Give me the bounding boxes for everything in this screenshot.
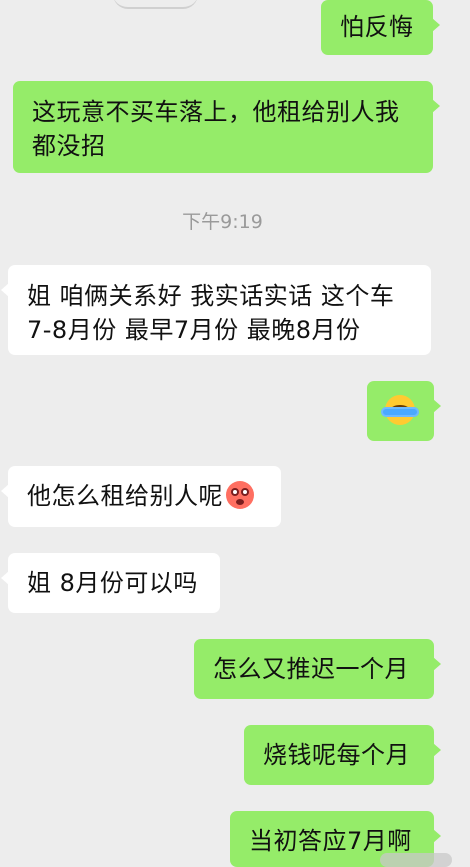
received-message-2[interactable]: 他怎么租给别人呢 bbox=[1, 466, 281, 527]
message-text: 姐 8月份可以吗 bbox=[27, 569, 198, 597]
message-line-2: 都没招 bbox=[32, 132, 106, 160]
crying-laughing-emoji bbox=[381, 395, 419, 425]
message-line-2: 7-8月份 最早7月份 最晚8月份 bbox=[27, 316, 361, 344]
message-text: 怕反悔 bbox=[340, 13, 414, 41]
sent-message-3[interactable] bbox=[367, 381, 441, 441]
sent-message-5[interactable]: 烧钱呢每个月 bbox=[244, 725, 441, 785]
sent-message-2[interactable]: 这玩意不买车落上，他租给别人我 都没招 bbox=[13, 81, 440, 173]
received-message-3[interactable]: 姐 8月份可以吗 bbox=[1, 553, 220, 613]
received-message-1[interactable]: 姐 咱俩关系好 我实话实话 这个车 7-8月份 最早7月份 最晚8月份 bbox=[1, 265, 431, 355]
sent-message-4[interactable]: 怎么又推迟一个月 bbox=[194, 639, 441, 699]
message-text: 他怎么租给别人呢 bbox=[27, 482, 223, 510]
timestamp: 下午9:19 bbox=[182, 211, 263, 233]
chat-window: 怕反悔 这玩意不买车落上，他租给别人我 都没招 下午9:19 姐 咱俩关系好 我… bbox=[0, 0, 470, 867]
message-text: 怎么又推迟一个月 bbox=[213, 655, 409, 683]
watermark bbox=[380, 853, 452, 867]
message-line-1: 姐 咱俩关系好 我实话实话 这个车 bbox=[27, 282, 395, 310]
flushed-face-emoji bbox=[226, 481, 254, 509]
sent-message-1[interactable]: 怕反悔 bbox=[321, 0, 440, 55]
message-text: 烧钱呢每个月 bbox=[263, 741, 410, 769]
message-line-1: 这玩意不买车落上，他租给别人我 bbox=[32, 98, 400, 126]
top-decoration bbox=[113, 0, 198, 9]
message-text: 当初答应7月啊 bbox=[249, 827, 412, 855]
